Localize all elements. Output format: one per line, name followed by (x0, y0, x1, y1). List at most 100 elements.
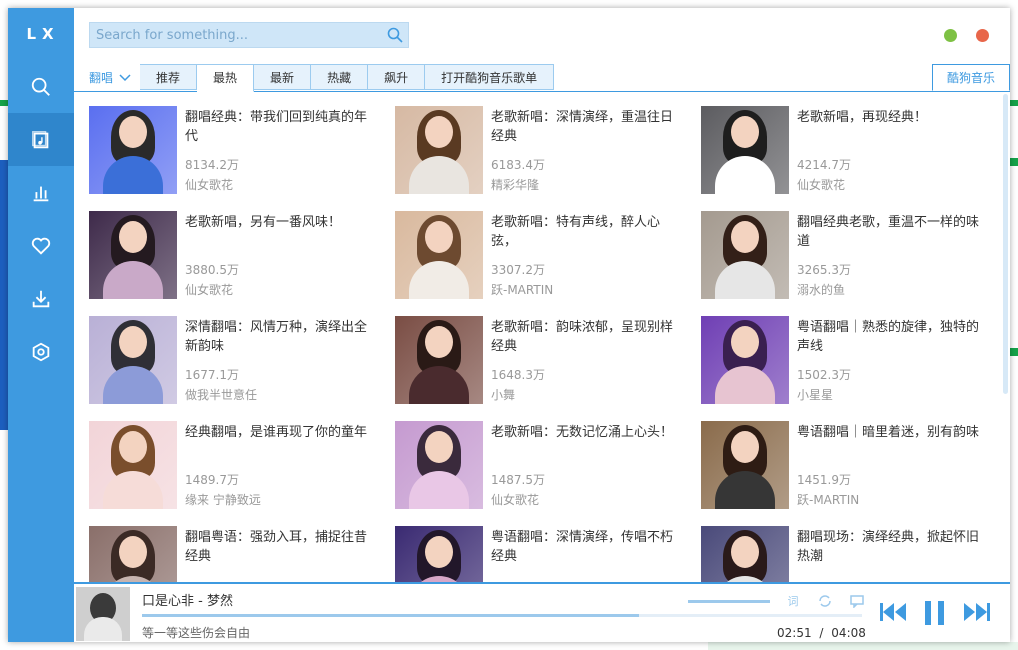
playlist-card[interactable]: 老歌新唱：深情演绎，重温往日经典 6183.4万 精彩华隆 (395, 106, 685, 196)
nav-leaderboard[interactable] (8, 166, 74, 219)
playlist-cover[interactable] (395, 421, 483, 509)
tab-rising[interactable]: 飙升 (368, 64, 426, 90)
cover-body (715, 156, 775, 194)
playlist-title[interactable]: 翻唱现场：演绎经典，掀起怀旧热潮 (797, 528, 987, 566)
tab-hottest[interactable]: 最热 (197, 64, 255, 92)
next-button[interactable] (962, 600, 992, 627)
playlist-play-count: 1489.7万 (185, 473, 239, 487)
playlist-cover[interactable] (701, 316, 789, 404)
playlist-author[interactable]: 精彩华隆 (491, 176, 539, 193)
playlist-title[interactable]: 粤语翻唱｜熟悉的旋律，独特的声线 (797, 318, 987, 356)
repeat-icon[interactable] (814, 592, 836, 610)
total-time: 04:08 (831, 626, 866, 640)
playlist-title[interactable]: 老歌新唱，另有一番风味！ (185, 213, 375, 232)
tab-hot-collect[interactable]: 热藏 (311, 64, 369, 90)
playlist-title[interactable]: 老歌新唱：无数记忆涌上心头！ (491, 423, 681, 442)
playlist-cover[interactable] (89, 106, 177, 194)
playlist-author[interactable]: 跃-MARTIN (491, 281, 553, 298)
playlist-cover[interactable] (89, 421, 177, 509)
scrollbar-thumb[interactable] (1003, 94, 1008, 394)
playlist-author[interactable]: 仙女歌花 (185, 281, 233, 298)
music-app-window: LX Search for something... 翻唱 推荐 最热 最新 热… (8, 8, 1010, 642)
lyric-toggle-icon[interactable]: 词 (782, 592, 804, 610)
playlist-author[interactable]: 跃-MARTIN (797, 491, 859, 508)
nav-search[interactable] (8, 60, 74, 113)
playlist-card[interactable]: 翻唱经典：带我们回到纯真的年代 8134.2万 仙女歌花 (89, 106, 379, 196)
scrollbar[interactable] (1003, 94, 1008, 584)
cover-face (119, 536, 147, 568)
playlist-title[interactable]: 翻唱粤语：强劲入耳，捕捉往昔经典 (185, 528, 375, 566)
playlist-card[interactable]: 经典翻唱，是谁再现了你的童年 1489.7万缘来 宁静致远 (89, 421, 379, 511)
pause-button[interactable] (922, 600, 948, 629)
prev-button[interactable] (878, 600, 908, 627)
sidebar: LX (8, 8, 74, 642)
playlist-cover[interactable] (701, 421, 789, 509)
nav-songlist[interactable] (8, 113, 74, 166)
volume-slider[interactable] (688, 600, 770, 603)
app-logo: LX (26, 25, 60, 43)
playlist-author[interactable]: 仙女歌花 (797, 176, 845, 193)
playlist-title[interactable]: 深情翻唱：风情万种，演绎出全新韵味 (185, 318, 375, 356)
playlist-author[interactable]: 仙女歌花 (491, 491, 539, 508)
playlist-card[interactable]: 老歌新唱：特有声线，醉人心弦， 3307.2万 跃-MARTIN (395, 211, 685, 301)
playlist-title[interactable]: 老歌新唱：深情演绎，重温往日经典 (491, 108, 681, 146)
playlist-title[interactable]: 粤语翻唱｜暗里着迷，别有韵味 (797, 423, 987, 442)
playlist-play-count: 3880.5万 (185, 263, 239, 277)
nav-settings[interactable] (8, 325, 74, 378)
playlist-cover[interactable] (395, 106, 483, 194)
playlist-title[interactable]: 老歌新唱，再现经典！ (797, 108, 987, 127)
playlist-cover[interactable] (395, 211, 483, 299)
playlist-author[interactable]: 小舞 (491, 386, 515, 403)
tab-recommend[interactable]: 推荐 (140, 64, 198, 90)
playlist-play-count: 1648.3万 (491, 368, 545, 382)
playlist-title[interactable]: 老歌新唱：韵味浓郁，呈现别样经典 (491, 318, 681, 356)
playlist-cover[interactable] (89, 316, 177, 404)
nav-download[interactable] (8, 272, 74, 325)
cover-face (425, 431, 453, 463)
search-input[interactable] (90, 26, 382, 44)
playlist-title[interactable]: 老歌新唱：特有声线，醉人心弦， (491, 213, 681, 251)
playlist-play-count: 1502.3万 (797, 368, 851, 382)
comment-icon[interactable] (846, 592, 868, 610)
progress-bar[interactable] (142, 614, 862, 617)
playlist-card[interactable]: 粤语翻唱｜熟悉的旋律，独特的声线 1502.3万 小星星 (701, 316, 991, 406)
playlist-cover[interactable] (89, 211, 177, 299)
current-time: 02:51 (777, 626, 812, 640)
songlist-icon (32, 130, 49, 148)
playlist-author[interactable]: 缘来 宁静致远 (185, 491, 261, 508)
playlist-card[interactable]: 老歌新唱，再现经典！ 4214.7万 仙女歌花 (701, 106, 991, 196)
search-button[interactable] (382, 23, 408, 47)
playlist-author[interactable]: 溺水的鱼 (797, 281, 845, 298)
cover-face (425, 116, 453, 148)
now-playing-cover[interactable] (76, 587, 130, 641)
cover-face (119, 431, 147, 463)
playlist-title[interactable]: 翻唱经典老歌，重温不一样的味道 (797, 213, 987, 251)
desktop-panel (0, 160, 8, 430)
playlist-author[interactable]: 小星星 (797, 386, 833, 403)
playlist-cover[interactable] (701, 106, 789, 194)
playlist-title[interactable]: 翻唱经典：带我们回到纯真的年代 (185, 108, 375, 146)
nav-favorites[interactable] (8, 219, 74, 272)
volume-fill (688, 600, 770, 603)
playlist-title[interactable]: 经典翻唱，是谁再现了你的童年 (185, 423, 375, 442)
playlist-card[interactable]: 粤语翻唱｜暗里着迷，别有韵味 1451.9万 跃-MARTIN (701, 421, 991, 511)
playlist-card[interactable]: 翻唱经典老歌，重温不一样的味道 3265.3万 溺水的鱼 (701, 211, 991, 301)
playlist-card[interactable]: 老歌新唱：无数记忆涌上心头！ 1487.5万 仙女歌花 (395, 421, 685, 511)
playlist-author[interactable]: 仙女歌花 (185, 176, 233, 193)
cover-face (119, 116, 147, 148)
playlist-card[interactable]: 深情翻唱：风情万种，演绎出全新韵味 1677.1万 做我半世意任 (89, 316, 379, 406)
tab-open-kugou-playlist[interactable]: 打开酷狗音乐歌单 (425, 64, 555, 90)
tag-select[interactable]: 翻唱 (84, 64, 140, 91)
playlist-card[interactable]: 老歌新唱：韵味浓郁，呈现别样经典 1648.3万 小舞 (395, 316, 685, 406)
source-select[interactable]: 酷狗音乐 (931, 64, 1010, 91)
playlist-card[interactable]: 老歌新唱，另有一番风味！ 3880.5万 仙女歌花 (89, 211, 379, 301)
minimize-button[interactable] (944, 29, 957, 42)
close-button[interactable] (976, 29, 989, 42)
playlist-title[interactable]: 粤语翻唱：深情演绎，传唱不朽经典 (491, 528, 681, 566)
playlist-cover[interactable] (701, 211, 789, 299)
playlist-cover[interactable] (395, 316, 483, 404)
playlist-author[interactable]: 做我半世意任 (185, 386, 257, 403)
tab-newest[interactable]: 最新 (254, 64, 312, 90)
cover-body (103, 156, 163, 194)
search-box (89, 22, 409, 48)
